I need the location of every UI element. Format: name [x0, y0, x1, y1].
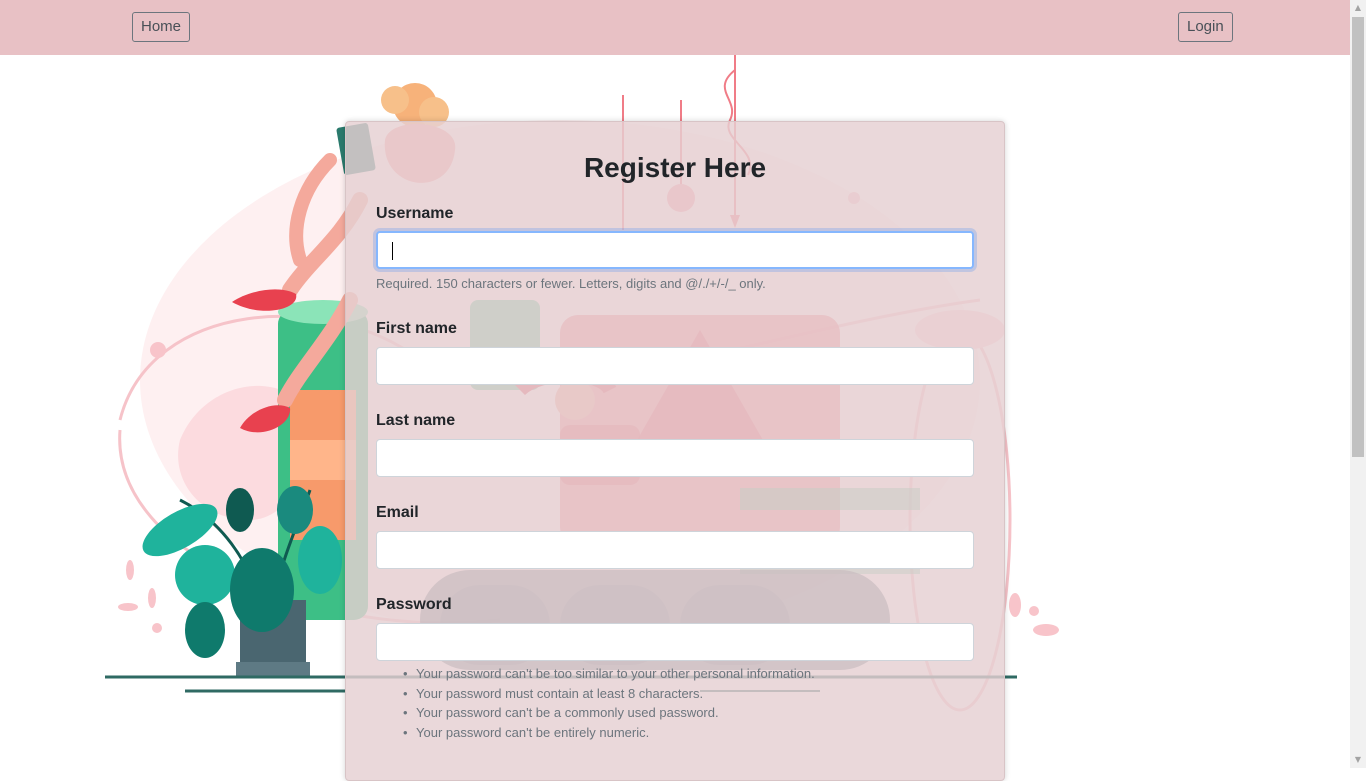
scrollbar-thumb[interactable] [1352, 17, 1364, 457]
page-scrollbar[interactable]: ▲ ▼ [1350, 0, 1366, 768]
password-rule: Your password must contain at least 8 ch… [403, 684, 815, 704]
last-name-input[interactable] [376, 439, 974, 477]
login-button[interactable]: Login [1178, 12, 1233, 42]
home-button[interactable]: Home [132, 12, 191, 42]
username-help-text: Required. 150 characters or fewer. Lette… [376, 276, 766, 291]
navbar: Home Login [0, 0, 1350, 55]
last-name-label: Last name [376, 412, 456, 429]
password-rule: Your password can't be too similar to yo… [403, 664, 815, 684]
text-caret [392, 242, 393, 260]
register-form-card: Register Here Username Required. 150 cha… [345, 121, 1005, 781]
password-rule: Your password can't be entirely numeric. [403, 723, 815, 743]
form-title: Register Here [583, 152, 767, 183]
scroll-up-arrow-icon[interactable]: ▲ [1350, 0, 1366, 16]
password-input[interactable] [376, 623, 974, 661]
email-input[interactable] [376, 531, 974, 569]
password-rule: Your password can't be a commonly used p… [403, 703, 815, 723]
email-label: Email [376, 504, 419, 521]
password-label: Password [376, 596, 452, 613]
username-input[interactable] [376, 231, 974, 269]
first-name-label: First name [376, 320, 457, 337]
password-rules-list: Your password can't be too similar to yo… [376, 664, 815, 742]
username-label: Username [376, 205, 454, 222]
first-name-input[interactable] [376, 347, 974, 385]
scroll-down-arrow-icon[interactable]: ▼ [1350, 752, 1366, 768]
